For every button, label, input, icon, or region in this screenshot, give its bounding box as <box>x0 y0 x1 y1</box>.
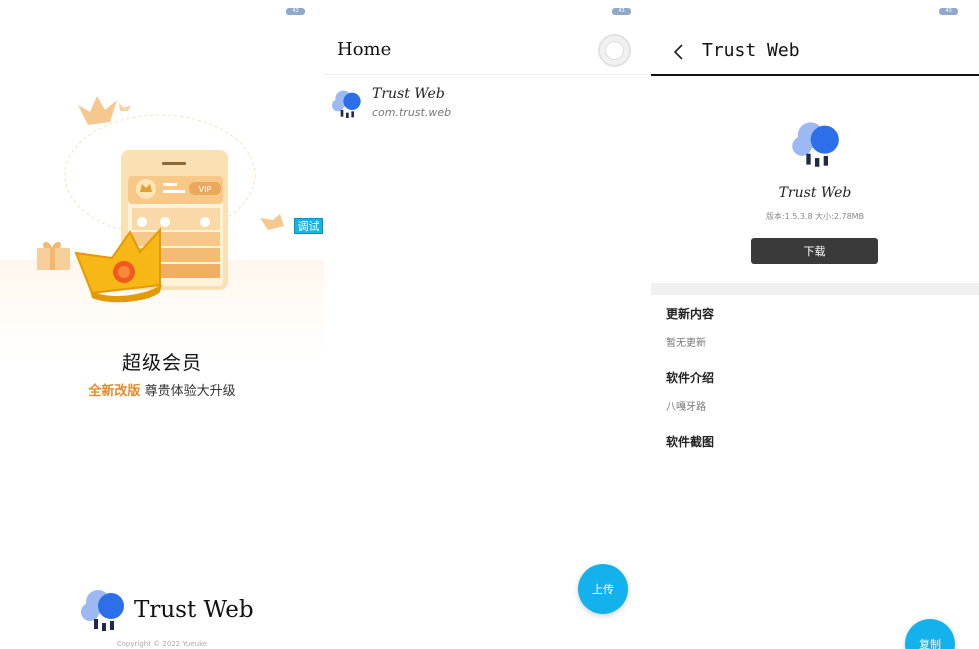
section-title-screenshots: 软件截图 <box>666 435 715 449</box>
section-text-intro: 八嘎牙路 <box>666 402 706 413</box>
battery-indicator: 43 <box>286 8 305 15</box>
back-arrow-icon[interactable] <box>669 42 689 62</box>
gift-icon <box>37 242 70 270</box>
vip-title: 超级会员 <box>121 352 202 374</box>
battery-indicator: 43 <box>612 8 631 15</box>
vip-subtitle: 全新改版 尊贵体验大升级 <box>0 380 324 399</box>
splash-screen: 43 VIP 调试 超级会员 全新改版 尊贵体验大升级 Trust Web Co… <box>0 0 324 649</box>
brand-name: Trust Web <box>134 597 254 623</box>
app-name: Trust Web <box>372 86 445 102</box>
section-title-intro: 软件介绍 <box>666 371 715 385</box>
app-version-size: 版本:1.5.3.8 大小:2.78MB <box>765 212 865 221</box>
vip-card-label: VIP <box>199 185 212 194</box>
app-package: com.trust.web <box>372 106 452 119</box>
debug-badge[interactable]: 调试 <box>294 218 323 234</box>
detail-header: Trust Web <box>651 28 979 76</box>
gold-crown-icon <box>74 227 162 303</box>
page-title: Home <box>337 39 392 60</box>
home-screen: 43 Home Trust Web com.trust.web 上传 <box>324 0 651 649</box>
section-text-changelog: 暂无更新 <box>666 338 706 349</box>
vip-subtitle-highlight: 全新改版 <box>88 384 141 399</box>
app-info-card: Trust Web 版本:1.5.3.8 大小:2.78MB 下载 <box>651 78 979 283</box>
avatar[interactable] <box>598 34 631 67</box>
vip-illustration: VIP <box>37 96 284 303</box>
app-name: Trust Web <box>778 185 852 201</box>
avatar-placeholder-icon <box>605 41 624 60</box>
section-title-changelog: 更新内容 <box>666 307 715 321</box>
copy-button[interactable]: 复制 <box>905 619 955 649</box>
screenshot-stage: 43 VIP 调试 超级会员 全新改版 尊贵体验大升级 Trust Web Co… <box>0 0 979 649</box>
copyright-text: Copyright © 2022 Yueuke <box>116 640 208 648</box>
cloud-rain-logo-icon <box>332 90 361 118</box>
vip-subtitle-text: 尊贵体验大升级 <box>140 384 236 399</box>
section-divider <box>651 283 979 295</box>
brand-lockup: Trust Web <box>78 586 254 634</box>
small-crown-icon <box>78 96 117 125</box>
home-header: Home <box>324 28 651 75</box>
upload-button[interactable]: 上传 <box>578 564 628 614</box>
download-button[interactable]: 下载 <box>751 238 878 264</box>
cloud-rain-logo-icon <box>792 122 839 167</box>
app-detail-screen: 43 Trust Web Trust Web 版本:1.5.3.8 大小:2.7… <box>651 0 979 649</box>
list-item-app[interactable]: Trust Web com.trust.web <box>324 82 651 126</box>
page-title: Trust Web <box>702 40 800 61</box>
cloud-rain-logo-icon <box>81 590 124 631</box>
battery-indicator: 43 <box>939 8 958 15</box>
